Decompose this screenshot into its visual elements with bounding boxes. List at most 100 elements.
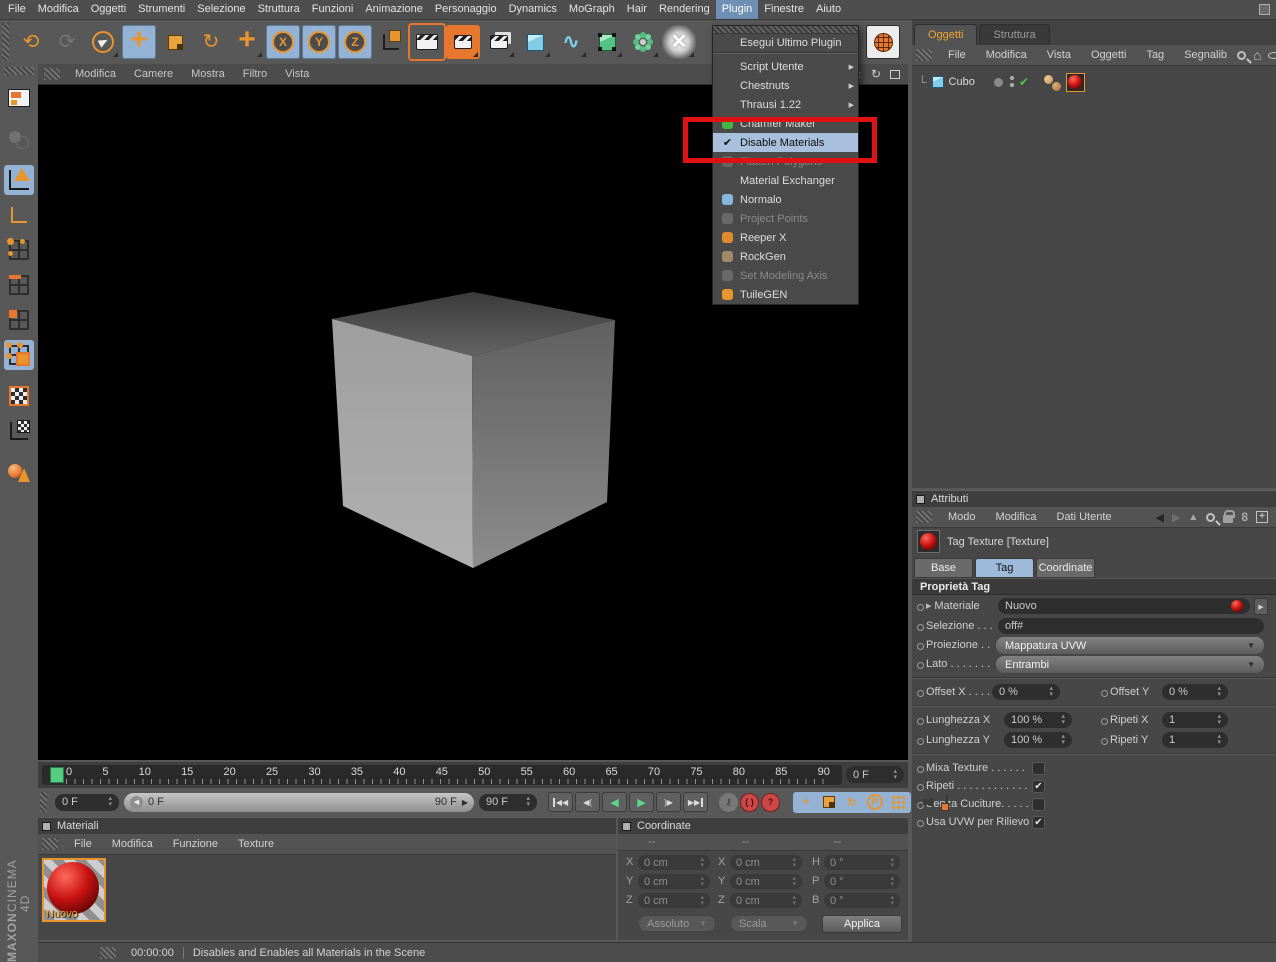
spinner-arrows[interactable] — [522, 796, 530, 808]
materials-menu-item[interactable]: File — [64, 838, 102, 850]
plugin-menu-item[interactable]: Normalo ▶ — [713, 190, 858, 209]
apply-button[interactable]: Applica — [822, 915, 902, 933]
attributes-tab[interactable]: Coordinate — [1036, 558, 1095, 578]
add-primitive-button[interactable] — [518, 25, 552, 59]
live-selection-button[interactable] — [86, 25, 120, 59]
key-rotation-button[interactable]: ↻ — [841, 793, 863, 812]
material-picker-button[interactable]: ▶ — [1254, 598, 1268, 615]
plugin-menu-item[interactable]: Thrausi 1.22 ▶ — [713, 95, 858, 114]
viewport-drag-handle[interactable] — [44, 68, 60, 80]
menubar-item[interactable]: Personaggio — [429, 0, 503, 19]
sound-icon[interactable] — [923, 797, 933, 807]
slider-left-arrow-icon[interactable]: ◀ — [130, 795, 143, 809]
key-pla-button[interactable] — [887, 793, 909, 812]
offset-y-field[interactable]: 0 % — [1162, 684, 1228, 700]
selezione-field[interactable]: off# — [998, 618, 1264, 634]
objects-menu-item[interactable]: Modifica — [976, 49, 1037, 61]
objects-menu-item[interactable]: Oggetti — [1081, 49, 1136, 61]
menubar-item[interactable]: Rendering — [653, 0, 716, 19]
mode-dropdown[interactable]: Assoluto ▼ — [638, 915, 716, 932]
objects-menu-item[interactable]: Tag — [1136, 49, 1174, 61]
texture-mode-button[interactable] — [4, 381, 34, 411]
spinner-arrows[interactable] — [1213, 734, 1221, 746]
last-tool-button[interactable]: + — [230, 25, 264, 59]
record-key-button[interactable]: ( ) — [740, 792, 759, 812]
plugin-menu-item[interactable]: RockGen ▶ — [713, 247, 858, 266]
render-view-button[interactable] — [410, 25, 444, 59]
attributes-menu-item[interactable]: Dati Utente — [1047, 511, 1122, 523]
menubar-item[interactable]: Animazione — [359, 0, 428, 19]
objects-menu-item[interactable]: Vista — [1037, 49, 1081, 61]
enabled-check-icon[interactable]: ✔ — [1019, 75, 1029, 89]
redo-button[interactable]: ⟳ — [50, 25, 84, 59]
environment-button[interactable] — [866, 25, 900, 59]
object-axis-mode-button[interactable] — [4, 200, 34, 230]
spinner-arrows[interactable] — [1045, 686, 1053, 698]
attributes-tab[interactable]: Base — [914, 558, 973, 578]
rotate-view-icon[interactable]: ↻ — [871, 67, 881, 81]
attributes-menu-item[interactable]: Modifica — [986, 511, 1047, 523]
menubar-item[interactable]: Finestre — [758, 0, 810, 19]
palette-drag-handle[interactable] — [4, 67, 34, 75]
autokey-button[interactable]: ⚷ — [719, 792, 738, 812]
layer-dot[interactable] — [993, 77, 1003, 87]
position-z-field[interactable]: 0 cm — [638, 893, 710, 908]
coordinate-system-button[interactable] — [374, 25, 408, 59]
objects-menu-item[interactable]: Segnalib — [1174, 49, 1237, 61]
array-modeling-button[interactable] — [626, 25, 660, 59]
materials-menu-item[interactable]: Texture — [228, 838, 284, 850]
morph-mode-button[interactable] — [4, 124, 34, 154]
proiezione-dropdown[interactable]: Mappatura UVW ▼ — [996, 637, 1264, 654]
uv-axis-mode-button[interactable] — [4, 416, 34, 446]
offset-x-field[interactable]: 0 % — [992, 684, 1060, 700]
statusbar-handle[interactable] — [100, 946, 116, 959]
menubar-item[interactable]: Funzioni — [306, 0, 360, 19]
menubar-item[interactable]: Dynamics — [503, 0, 563, 19]
menubar-item[interactable]: Selezione — [191, 0, 251, 19]
home-icon[interactable]: ⌂ — [1253, 48, 1261, 62]
search-icon[interactable] — [1237, 50, 1247, 60]
rotation-p-field[interactable]: 0 ° — [824, 874, 900, 889]
objects-panel-tab[interactable]: Struttura — [979, 24, 1050, 45]
current-frame-field[interactable]: 0 F — [846, 766, 904, 783]
eye-icon[interactable] — [1268, 51, 1276, 59]
slider-right-arrow-icon[interactable]: ▶ — [462, 798, 468, 807]
axis-lock-button[interactable]: X — [266, 25, 300, 59]
window-icon[interactable] — [1259, 4, 1270, 15]
expand-arrow-icon[interactable]: ▶ — [926, 597, 931, 616]
objects-menu-handle[interactable] — [916, 49, 932, 61]
timeline-ruler[interactable]: 0 5 10 15 20 25 30 35 40 45 50 55 60 65 70 75 80 85 90 0 F — [38, 762, 908, 788]
subdivision-surface-button[interactable] — [590, 25, 624, 59]
viewport-menu-item[interactable]: Camere — [125, 68, 182, 80]
material-thumbnail[interactable]: Nuovo — [42, 858, 106, 922]
menubar-item[interactable]: Modifica — [32, 0, 85, 19]
materials-menu-item[interactable]: Modifica — [102, 838, 163, 850]
plugin-menu-item[interactable]: Set Modeling Axis ▶ — [713, 266, 858, 285]
record-help-button[interactable]: ? — [761, 792, 780, 812]
ripeti-y-field[interactable]: 1 — [1162, 732, 1228, 748]
spinner-arrows[interactable] — [1213, 686, 1221, 698]
axis-lock-button[interactable]: Y — [302, 25, 336, 59]
plugin-menu-item[interactable]: Flatten Polygons ▶ — [713, 152, 858, 171]
position-x-field[interactable]: 0 cm — [638, 855, 710, 870]
spinner-arrows[interactable] — [1057, 734, 1065, 746]
lock-icon[interactable] — [1223, 510, 1236, 523]
preview-range-slider[interactable]: ◀ 0 F 90 F ▶ — [124, 792, 474, 812]
phong-tag-icon[interactable] — [1043, 74, 1061, 91]
plugin-menu-item[interactable]: Project Points ▶ — [713, 209, 858, 228]
plugin-menu-item[interactable]: Chamfer Maker ▶ — [713, 114, 858, 133]
scale-mode-dropdown[interactable]: Scala ▼ — [730, 915, 808, 932]
menubar-item[interactable]: File — [2, 0, 32, 19]
range-start-field[interactable]: 0 F — [55, 793, 119, 811]
attributes-tab[interactable]: Tag — [975, 558, 1034, 578]
plugin-menu-item[interactable]: Esegui Ultimo Plugin ▶ — [713, 34, 858, 53]
objects-mode-button[interactable] — [4, 457, 34, 487]
next-key-button[interactable]: )▶ — [656, 792, 681, 812]
toolbar-drag-handle[interactable] — [2, 23, 9, 61]
goto-end-button[interactable]: ▶▶ — [683, 792, 708, 812]
maximize-view-icon[interactable] — [890, 69, 900, 79]
play-backwards-button[interactable]: ◀ — [602, 792, 627, 812]
plugin-menu-item[interactable]: Chestnuts ▶ — [713, 76, 858, 95]
axis-lock-button[interactable]: Z — [338, 25, 372, 59]
menubar-item[interactable]: Aiuto — [810, 0, 847, 19]
